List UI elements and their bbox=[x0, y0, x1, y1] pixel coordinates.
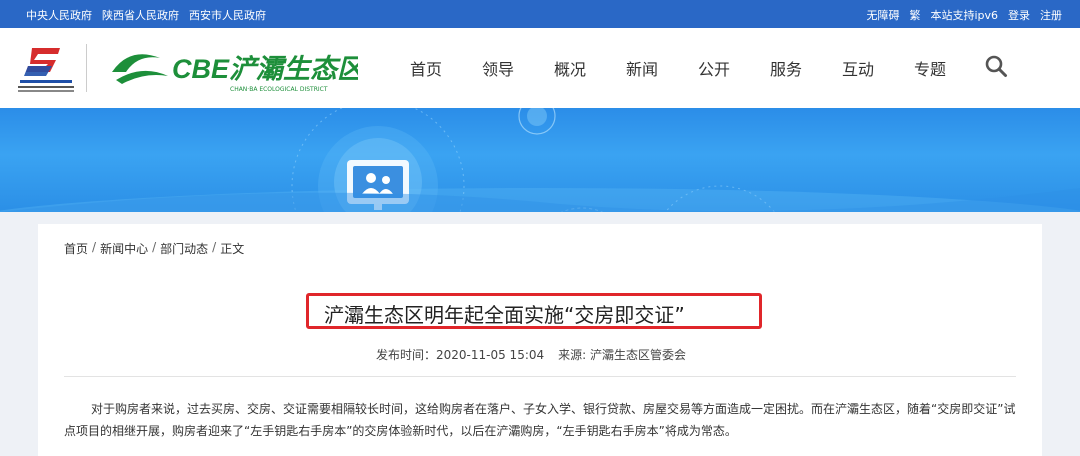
cbe-logo-subtext: CHAN·BA ECOLOGICAL DISTRICT bbox=[230, 86, 328, 93]
publish-time: 发布时间：2020-11-05 15:04 bbox=[376, 348, 545, 362]
nav-news[interactable]: 新闻 bbox=[606, 56, 678, 80]
nav-topics[interactable]: 专题 bbox=[894, 56, 966, 80]
breadcrumb-dept-news[interactable]: 部门动态 bbox=[160, 240, 208, 257]
gov-links: 中央人民政府 陕西省人民政府 西安市人民政府 bbox=[26, 7, 266, 23]
article-paragraph: 对于购房者来说，过去买房、交房、交证需要相隔较长时间，这给购房者在落户、子女入学… bbox=[64, 402, 1016, 438]
gov-link-central[interactable]: 中央人民政府 bbox=[26, 7, 92, 23]
breadcrumb-separator: / bbox=[152, 240, 157, 254]
top-bar: 中央人民政府 陕西省人民政府 西安市人民政府 无障碍 繁 本站支持ipv6 登录… bbox=[0, 0, 1080, 28]
nav-interact[interactable]: 互动 bbox=[822, 56, 894, 80]
breadcrumb-separator: / bbox=[212, 240, 217, 254]
traditional-chinese-link[interactable]: 繁 bbox=[909, 7, 920, 23]
gov-link-shaanxi[interactable]: 陕西省人民政府 bbox=[102, 7, 179, 23]
breadcrumb-home[interactable]: 首页 bbox=[64, 240, 88, 257]
search-icon[interactable] bbox=[984, 54, 1008, 78]
breadcrumb-news-center[interactable]: 新闻中心 bbox=[100, 240, 148, 257]
main-nav: 首页 领导 概况 新闻 公开 服务 互动 专题 bbox=[390, 56, 966, 80]
emblem-logo-icon[interactable] bbox=[14, 42, 78, 96]
nav-overview[interactable]: 概况 bbox=[534, 56, 606, 80]
utility-links: 无障碍 繁 本站支持ipv6 登录 注册 bbox=[866, 7, 1062, 23]
gov-link-xian[interactable]: 西安市人民政府 bbox=[189, 7, 266, 23]
login-link[interactable]: 登录 bbox=[1008, 7, 1030, 23]
banner-graphic bbox=[0, 108, 1080, 212]
accessibility-link[interactable]: 无障碍 bbox=[866, 7, 899, 23]
ipv6-link[interactable]: 本站支持ipv6 bbox=[930, 7, 998, 23]
breadcrumb-current: 正文 bbox=[220, 242, 245, 256]
article-card: 首页 / 新闻中心 / 部门动态 / 正文 浐灞生态区明年起全面实施“交房即交证… bbox=[38, 224, 1042, 456]
nav-services[interactable]: 服务 bbox=[750, 56, 822, 80]
article-source: 来源: 浐灞生态区管委会 bbox=[558, 348, 686, 362]
nav-home[interactable]: 首页 bbox=[390, 56, 462, 80]
logo-divider bbox=[86, 44, 87, 92]
register-link[interactable]: 注册 bbox=[1040, 7, 1062, 23]
divider bbox=[64, 376, 1016, 377]
hero-banner bbox=[0, 108, 1080, 212]
article-title: 浐灞生态区明年起全面实施“交房即交证” bbox=[324, 303, 685, 327]
breadcrumb: 首页 / 新闻中心 / 部门动态 / 正文 bbox=[64, 240, 244, 257]
nav-leaders[interactable]: 领导 bbox=[462, 56, 534, 80]
cbe-logo[interactable]: CBE浐灞生态区 CHAN·BA ECOLOGICAL DISTRICT bbox=[108, 42, 358, 94]
cbe-logo-text: CBE浐灞生态区 bbox=[172, 54, 358, 84]
article-meta: 发布时间：2020-11-05 15:04 来源: 浐灞生态区管委会 bbox=[376, 346, 686, 363]
nav-public[interactable]: 公开 bbox=[678, 56, 750, 80]
site-header: CBE浐灞生态区 CHAN·BA ECOLOGICAL DISTRICT 首页 … bbox=[0, 28, 1080, 108]
breadcrumb-separator: / bbox=[92, 240, 97, 254]
